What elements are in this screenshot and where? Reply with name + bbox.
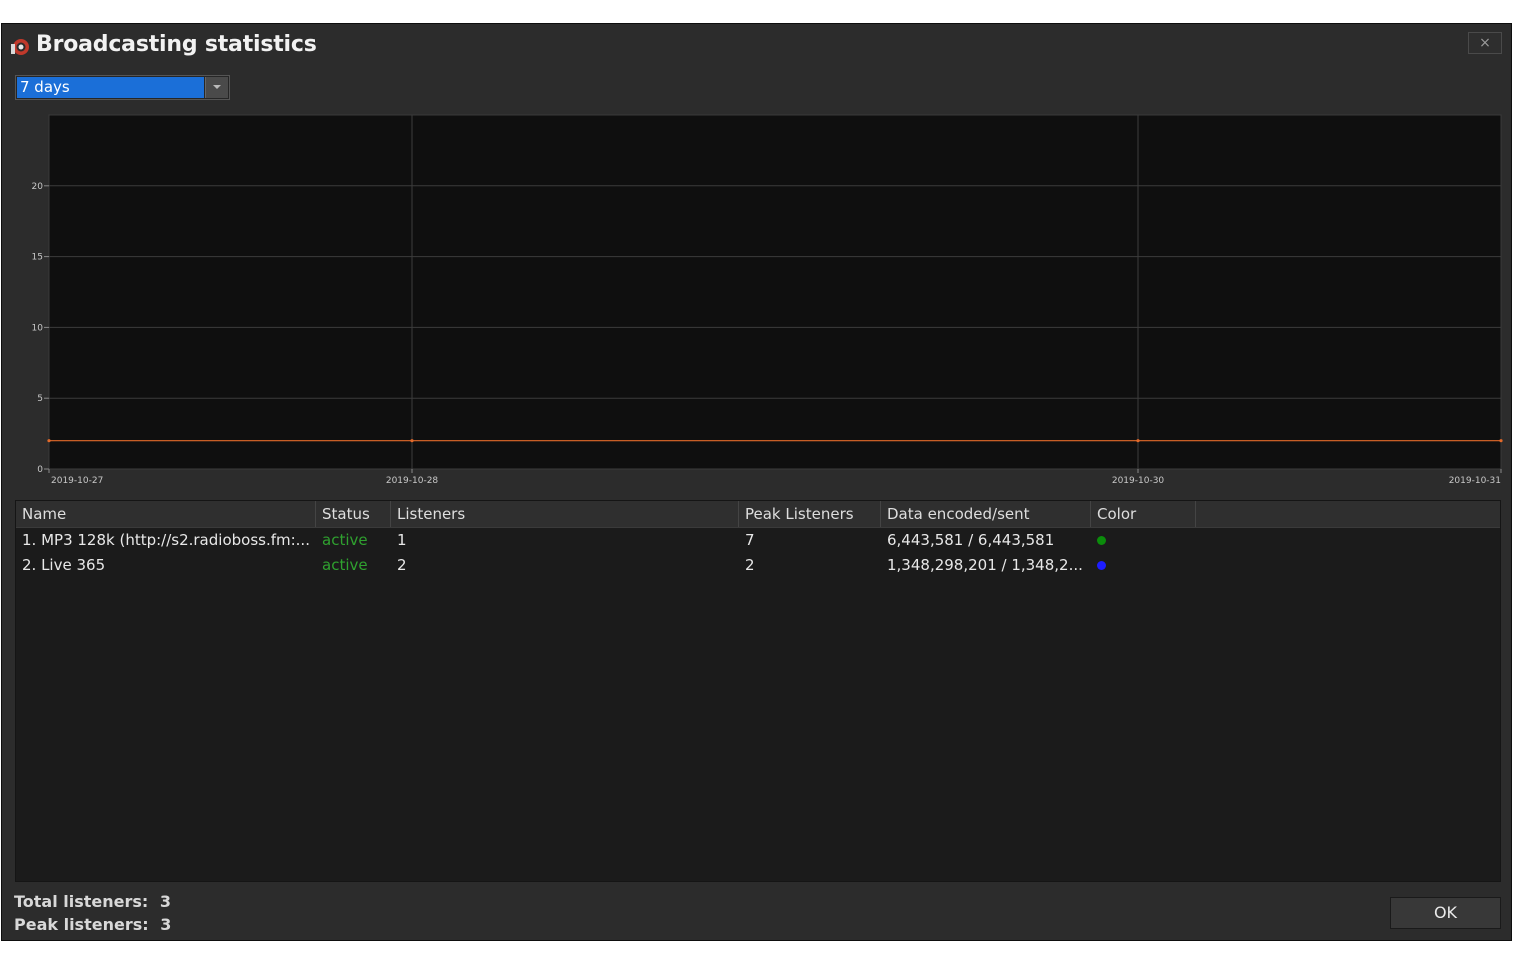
cell-data: 1,348,298,201 / 1,348,2... (887, 556, 1083, 574)
cell-data: 6,443,581 / 6,443,581 (887, 531, 1055, 549)
ok-button[interactable]: OK (1390, 897, 1501, 929)
cell-listeners: 1 (397, 531, 407, 549)
listeners-chart: 0 5 10 15 20 2019-10-27 2019-10-28 2019-10-30 20… (32, 114, 1503, 486)
broadcasting-statistics-window: Broadcasting statistics × 7 days 0 5 10 15 2… (1, 23, 1512, 941)
column-header-data[interactable]: Data encoded/sent (881, 501, 1091, 527)
cell-status: active (322, 531, 368, 549)
x-tick-label: 2019-10-27 (51, 476, 103, 486)
column-header-name[interactable]: Name (16, 501, 316, 527)
cell-color (1091, 553, 1196, 578)
peak-listeners-label: Peak listeners: (14, 915, 149, 934)
total-listeners-value: 3 (159, 892, 172, 911)
column-header-status[interactable]: Status (316, 501, 391, 527)
series-point (47, 439, 51, 443)
y-tick-label: 15 (32, 253, 43, 263)
cell-color (1091, 528, 1196, 553)
y-tick-label: 0 (37, 465, 43, 475)
x-tick-label: 2019-10-31 (1449, 476, 1501, 486)
table-row[interactable]: 1. MP3 128k (http://s2.radioboss.fm:... … (16, 528, 1500, 553)
y-tick-label: 5 (37, 394, 43, 404)
color-swatch (1097, 536, 1106, 545)
peak-listeners-line: Peak listeners: 3 (14, 913, 171, 936)
cell-status: active (322, 556, 368, 574)
table-row[interactable]: 2. Live 365 active 2 2 1,348,298,201 / 1… (16, 553, 1500, 578)
y-tick-label: 10 (32, 323, 44, 333)
peak-listeners-value: 3 (160, 915, 172, 934)
cell-peak-listeners: 2 (745, 556, 755, 574)
series-point (1136, 439, 1140, 443)
plot-area (48, 114, 1502, 470)
column-header-listeners[interactable]: Listeners (391, 501, 739, 527)
column-header-peak-listeners[interactable]: Peak Listeners (739, 501, 881, 527)
table-header: Name Status Listeners Peak Listeners Dat… (16, 501, 1500, 528)
cell-name: 1. MP3 128k (http://s2.radioboss.fm:... (22, 531, 310, 549)
x-tick-label: 2019-10-30 (1112, 476, 1165, 486)
cell-listeners: 2 (397, 556, 407, 574)
series-point (410, 439, 414, 443)
color-swatch (1097, 561, 1106, 570)
series-point (1499, 439, 1503, 443)
cell-peak-listeners: 7 (745, 531, 755, 549)
column-header-color[interactable]: Color (1091, 501, 1196, 527)
total-listeners-line: Total listeners: 3 (14, 890, 171, 913)
streams-table: Name Status Listeners Peak Listeners Dat… (15, 500, 1501, 882)
x-tick-label: 2019-10-28 (386, 476, 439, 486)
total-listeners-label: Total listeners: (14, 892, 149, 911)
y-tick-label: 20 (32, 182, 44, 192)
cell-name: 2. Live 365 (22, 556, 106, 574)
summary-footer: Total listeners: 3 Peak listeners: 3 (14, 890, 171, 936)
